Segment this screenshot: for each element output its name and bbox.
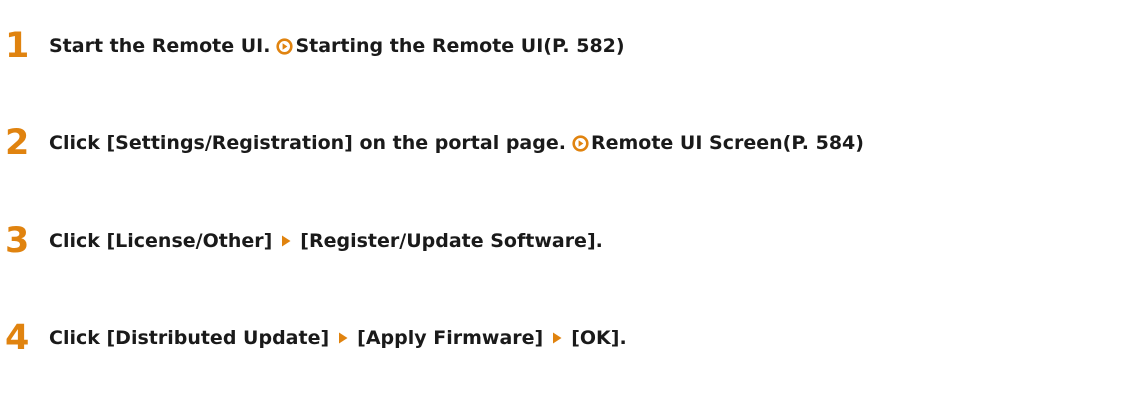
step-text: Click [Settings/Registration] on the por… [49,123,864,163]
step-number: 4 [5,318,30,358]
menu-path-item: Click [License/Other] [49,230,273,252]
circle-arrow-icon[interactable] [276,37,294,55]
step-4: 4 Click [Distributed Update] [Apply Firm… [0,318,627,358]
step-reference-link[interactable]: Starting the Remote UI(P. 582) [295,26,624,66]
menu-path-item: [OK]. [571,327,627,349]
procedure-steps: 1 Start the Remote UI. Starting the Remo… [0,0,1142,405]
step-text: Click [Distributed Update] [Apply Firmwa… [49,318,627,358]
step-number: 2 [5,123,30,163]
menu-path-item: [Register/Update Software]. [300,230,603,252]
step-3: 3 Click [License/Other] [Register/Update… [0,221,603,261]
step-text: Start the Remote UI. Starting the Remote… [49,26,625,66]
menu-path-item: Click [Distributed Update] [49,327,330,349]
step-text: Click [License/Other] [Register/Update S… [49,221,603,261]
step-instruction: Start the Remote UI. [49,35,271,57]
circle-arrow-icon[interactable] [572,134,589,152]
step-number: 3 [5,221,30,261]
right-triangle-icon [280,234,292,248]
step-reference-link[interactable]: Remote UI Screen(P. 584) [591,123,864,163]
menu-path-item: [Apply Firmware] [357,327,544,349]
step-2: 2 Click [Settings/Registration] on the p… [0,123,864,163]
step-number: 1 [5,26,30,66]
right-triangle-icon [551,331,563,345]
step-instruction: Click [Settings/Registration] on the por… [49,132,566,154]
right-triangle-icon [337,331,349,345]
step-1: 1 Start the Remote UI. Starting the Remo… [0,26,625,66]
